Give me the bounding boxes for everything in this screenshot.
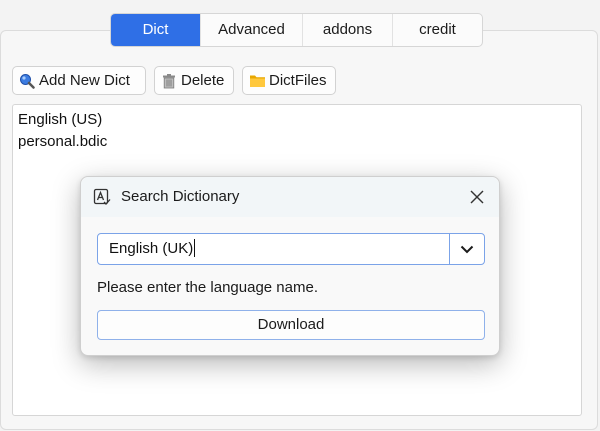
list-item[interactable]: English (US): [18, 109, 576, 131]
tab-bar: Dict Advanced addons credit: [110, 13, 483, 47]
dictfiles-label: DictFiles: [269, 72, 327, 89]
add-new-dict-label: Add New Dict: [39, 72, 130, 89]
folder-icon: [248, 72, 266, 90]
add-new-dict-button[interactable]: Add New Dict: [12, 66, 146, 95]
chevron-down-icon: [460, 241, 474, 258]
language-value: English (UK): [109, 240, 194, 257]
tab-addons[interactable]: addons: [303, 14, 393, 46]
search-dictionary-dialog: Search Dictionary English (UK) Please en…: [80, 176, 500, 356]
dictfiles-button[interactable]: DictFiles: [242, 66, 336, 95]
tab-credit[interactable]: credit: [393, 14, 482, 46]
dialog-title: Search Dictionary: [121, 188, 240, 205]
list-item[interactable]: personal.bdic: [18, 131, 576, 153]
delete-button[interactable]: Delete: [154, 66, 234, 95]
dropdown-button[interactable]: [449, 234, 484, 264]
trash-icon: [160, 72, 178, 90]
tab-advanced[interactable]: Advanced: [201, 14, 303, 46]
close-icon[interactable]: [463, 183, 491, 211]
language-combobox[interactable]: English (UK): [97, 233, 485, 265]
magnifier-icon: [18, 72, 36, 90]
dialog-title-bar: Search Dictionary: [81, 177, 499, 217]
text-cursor: [194, 238, 196, 257]
tab-dict[interactable]: Dict: [111, 14, 201, 46]
hint-text: Please enter the language name.: [97, 279, 318, 296]
delete-label: Delete: [181, 72, 225, 89]
download-button[interactable]: Download: [97, 310, 485, 340]
language-input[interactable]: English (UK): [109, 234, 196, 264]
dictionary-icon: [93, 188, 111, 206]
